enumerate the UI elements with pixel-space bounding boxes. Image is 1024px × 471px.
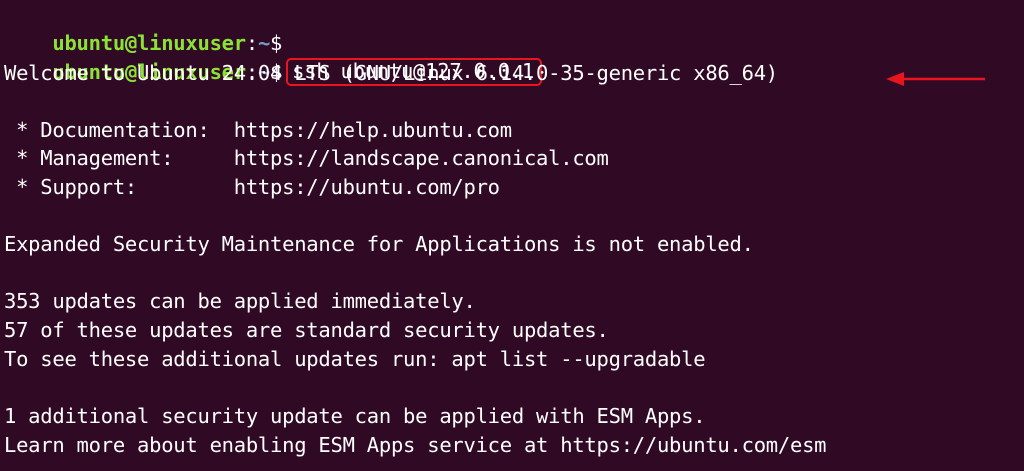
esm-learn-line: Learn more about enabling ESM Apps servi… xyxy=(4,433,827,457)
prompt-line-2: ubuntu@linuxuser:~$ ssh ubuntu@127.0.0.1 xyxy=(4,29,542,86)
welcome-line: Welcome to Ubuntu 24.04 LTS (GNU/Linux 6… xyxy=(4,61,778,85)
prompt-line-1: ubuntu@linuxuser:~$ xyxy=(4,0,282,55)
esm-status-line: Expanded Security Maintenance for Applic… xyxy=(4,232,754,256)
esm-update-line: 1 additional security update can be appl… xyxy=(4,404,706,428)
documentation-line: * Documentation: https://help.ubuntu.com xyxy=(4,118,512,142)
updates-count-line: 353 updates can be applied immediately. xyxy=(4,289,476,313)
see-updates-line: To see these additional updates run: apt… xyxy=(4,347,706,371)
support-line: * Support: https://ubuntu.com/pro xyxy=(4,175,500,199)
security-updates-line: 57 of these updates are standard securit… xyxy=(4,318,609,342)
terminal-window[interactable]: ubuntu@linuxuser:~$ ubuntu@linuxuser:~$ s… xyxy=(0,0,1024,471)
left-arrow-icon xyxy=(886,72,985,86)
management-line: * Management: https://landscape.canonica… xyxy=(4,146,609,170)
